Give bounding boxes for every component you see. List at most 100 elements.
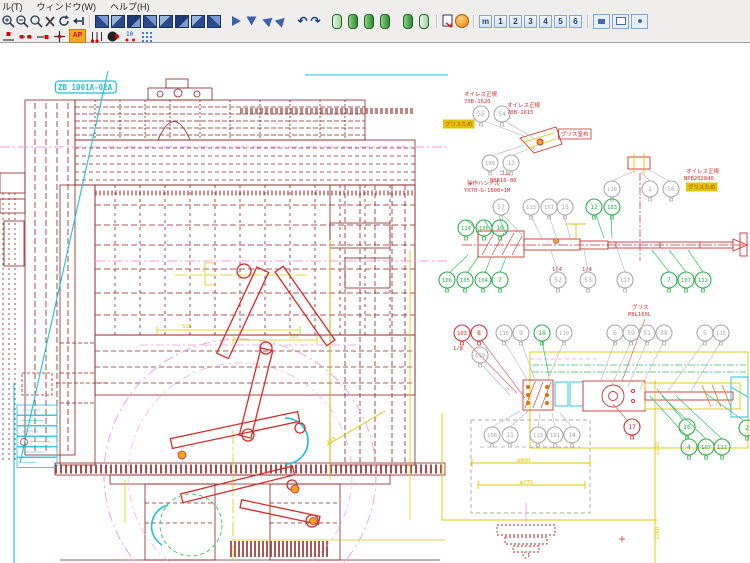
balloon-15: 15: [557, 199, 573, 219]
parts-table: [17, 405, 57, 468]
svg-text:107: 107: [681, 278, 691, 284]
layer-pill-icon-6[interactable]: [419, 14, 429, 29]
view-cube-icon-4[interactable]: [143, 15, 157, 28]
svg-text:114: 114: [461, 226, 472, 232]
view-target-icon[interactable]: [631, 14, 648, 29]
svg-text:グリスため: グリスため: [688, 183, 716, 191]
refresh-icon[interactable]: [57, 14, 71, 28]
rotate-view-icon-2[interactable]: [247, 17, 257, 26]
svg-text:PBL160L: PBL160L: [628, 312, 652, 318]
export-drawing-icon[interactable]: [441, 14, 455, 28]
svg-text:110: 110: [559, 331, 569, 337]
zoom-in-icon[interactable]: [1, 14, 15, 28]
balloon-108: 108: [484, 427, 500, 447]
annotation: グリスため: [443, 120, 475, 129]
view-cube-icon-6[interactable]: [175, 15, 189, 28]
svg-text:57: 57: [497, 203, 505, 211]
view-button-2[interactable]: 2: [509, 15, 522, 28]
view-cube-icon-8[interactable]: [207, 15, 221, 28]
annotation: グリス: [632, 303, 649, 311]
intersection-snap-icon[interactable]: [52, 29, 66, 43]
svg-text:106: 106: [442, 278, 452, 284]
view-cube-icon-1[interactable]: [95, 15, 109, 28]
balloon-118: 118: [604, 181, 620, 201]
direction-icon[interactable]: [106, 29, 120, 43]
view-button-3[interactable]: 3: [524, 15, 537, 28]
layer-pill-icon-3[interactable]: [364, 14, 374, 29]
view-cube-icon-7[interactable]: [191, 15, 205, 28]
svg-text:101: 101: [544, 205, 554, 211]
separator: [587, 15, 588, 28]
view-cube-icon-5[interactable]: [159, 15, 173, 28]
ap-mode-button[interactable]: AP: [69, 29, 86, 43]
offset-point-icon[interactable]: 10: [123, 29, 137, 43]
balloon-107: 107: [678, 272, 694, 292]
balloon-53: 53: [580, 272, 596, 292]
layer-pill-icon-2[interactable]: [348, 14, 358, 29]
menu-window[interactable]: ウィンドウ(W): [37, 0, 97, 13]
menu-help[interactable]: ヘルプ(H): [110, 0, 150, 13]
zoom-out-icon[interactable]: [15, 14, 29, 28]
toolbar-snap: AP 10: [0, 29, 750, 42]
undo-icon[interactable]: ↶: [296, 15, 309, 28]
window-frame-icon[interactable]: [612, 14, 629, 29]
pan-return-icon[interactable]: [71, 14, 85, 28]
balloon-101: 101: [541, 199, 557, 219]
view-button-6[interactable]: 6: [569, 15, 582, 28]
separator: [473, 15, 474, 28]
svg-text:55: 55: [477, 110, 485, 118]
endpoint-snap-icon[interactable]: [1, 29, 15, 43]
layer-pill-icon-4[interactable]: [380, 14, 390, 29]
drawing-canvas[interactable]: 5554109131181565711310115121031141051010…: [0, 43, 750, 563]
balloon-14: 14: [564, 427, 580, 447]
svg-text:105: 105: [479, 226, 489, 232]
svg-text:17: 17: [628, 423, 636, 431]
view-button-5[interactable]: 5: [554, 15, 567, 28]
plot-icon[interactable]: [455, 14, 469, 28]
svg-text:7: 7: [498, 276, 502, 284]
rotate-view-icon-4[interactable]: [275, 14, 288, 27]
svg-text:113: 113: [533, 433, 543, 439]
svg-text:グリス: グリス: [632, 303, 649, 311]
view-button-1[interactable]: 1: [494, 15, 507, 28]
view-button-m[interactable]: m: [479, 15, 492, 28]
zoom-window-icon[interactable]: [29, 14, 43, 28]
svg-text:1160: 1160: [655, 527, 661, 540]
point-snap-icon[interactable]: [35, 29, 49, 43]
svg-text:118: 118: [607, 187, 617, 193]
svg-text:109: 109: [485, 161, 495, 167]
cad-drawing[interactable]: 5554109131181565711310115121031141051010…: [0, 43, 750, 563]
annotation: 70B-1615: [507, 110, 534, 116]
balloon-7: 7: [492, 272, 508, 292]
svg-text:14: 14: [568, 431, 576, 439]
layer-pill-icon-1[interactable]: [332, 14, 342, 29]
dot-grid-icon[interactable]: [140, 29, 154, 43]
menu-tools[interactable]: ル(T): [2, 0, 23, 13]
cancel-icon[interactable]: [43, 14, 57, 28]
svg-text:101: 101: [550, 433, 560, 439]
svg-text:10: 10: [496, 224, 504, 232]
balloon-111: 111: [714, 439, 730, 459]
annotation: オイレス正規: [507, 101, 541, 109]
svg-text:107: 107: [701, 445, 711, 451]
midpoint-snap-icon[interactable]: [18, 29, 32, 43]
svg-text:8: 8: [477, 329, 481, 337]
layer-pill-icon-5[interactable]: [403, 14, 413, 29]
view-cube-icon-2[interactable]: [111, 15, 125, 28]
svg-text:グリス塗布: グリス塗布: [561, 130, 589, 138]
view-capture-icon[interactable]: [593, 14, 610, 29]
rotate-view-icon-1[interactable]: [232, 16, 241, 26]
redo-icon[interactable]: ↷: [309, 15, 322, 28]
grid-snap-icon[interactable]: [89, 29, 103, 43]
svg-text:オイレス正規: オイレス正規: [464, 90, 498, 98]
svg-text:4: 4: [687, 443, 691, 451]
balloon-103: 103: [604, 199, 620, 219]
annotation: NPB202840: [684, 176, 714, 182]
svg-text:15: 15: [561, 203, 569, 211]
view-cube-icon-3[interactable]: [127, 15, 141, 28]
svg-text:ゴム: ゴム: [499, 169, 511, 177]
svg-text:119: 119: [475, 353, 485, 359]
balloon-56: 56: [663, 181, 679, 201]
rotate-view-icon-3[interactable]: [261, 15, 273, 27]
view-button-4[interactable]: 4: [539, 15, 552, 28]
